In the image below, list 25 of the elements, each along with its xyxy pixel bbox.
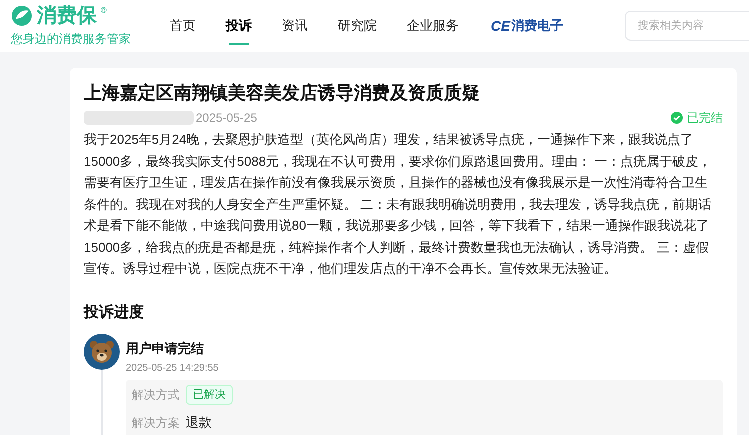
partner-link[interactable]: CE消费电子 [491,16,564,36]
section-title: 投诉进度 [84,302,145,322]
event-title: 用户申请完结 [126,340,205,358]
field-label: 解决方式 [132,386,180,404]
logo-text: 消费保 [37,6,97,26]
field-label: 解决方案 [132,414,180,432]
event-time: 2025-05-25 14:29:55 [126,362,220,376]
check-circle-icon [671,112,683,124]
bear-avatar-icon [84,334,120,370]
registered-mark: ® [101,4,107,16]
status-tag: 已解决 [186,384,233,405]
nav-link[interactable]: 资讯 [282,0,308,52]
active-underline [229,43,249,45]
complaint-title: 上海嘉定区南翔镇美容美发店诱导消费及资质质疑 [84,82,481,105]
search-field[interactable]: 搜索相关内容 [625,11,749,41]
status-label: 已完结 [687,110,723,127]
slogan: 您身边的消费服务管家 [11,30,132,48]
field-value: 退款 [186,414,212,432]
nav-link[interactable]: 企业服务 [407,0,459,52]
leaf-logo-icon [11,4,33,26]
complaint-body: 我于2025年5月24晚，去聚恩护肤造型（英伦风尚店）理发，结果被诱导点疣，一通操作下来，跟我说点了15000多，最终我实际支付5088元，我现在不认可费用，要求你们原路退回费用。理由： 一：点疣属于破皮，需要有医疗卫生证，理发店在操作前没有像我展示资质，且操作的器械也没有像我展示是一次性消毒符合卫生条件的。我现在对我的人身安全产生严重怀疑。 二：未有跟我明确说明费用，我去理发，诱导我点疣，前期话术是看下能不能做，中途我问费用说80一颗，我说那要多少钱，回答，等下我看下，结果一通操作跟我说花了15000多，给我点的疣是否都是疣，纯粹操作者个人判断，最终计费数量我也无法确认，诱导消费。 三：虚假宣传。诱导过程中说，医院点疣不干净，他们理发店点的干净不会再长。宣传效果无法验证。 [84,131,713,278]
complaint-date: 2025-05-25 [196,110,258,127]
nav-link[interactable]: 首页 [170,0,196,52]
nav-link[interactable]: 研究院 [338,0,377,52]
nav-link[interactable]: 投诉 [226,0,252,52]
